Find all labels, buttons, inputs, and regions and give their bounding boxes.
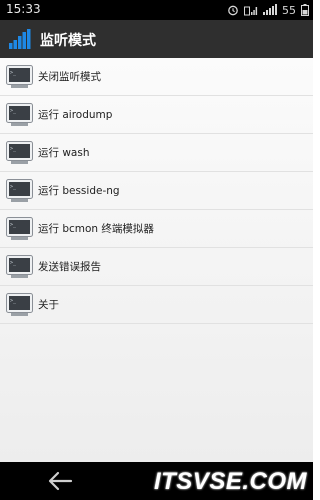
menu-item-label: 发送错误报告 xyxy=(38,261,101,273)
terminal-icon: >_ xyxy=(6,141,33,164)
status-icons: 55 xyxy=(227,2,309,18)
menu-list: >_ 关闭监听模式 >_ 运行 airodump >_ 运行 wash >_ 运… xyxy=(0,58,313,462)
terminal-icon: >_ xyxy=(6,65,33,88)
phone-signal-icon xyxy=(244,6,258,16)
back-arrow-icon[interactable] xyxy=(46,470,74,492)
menu-item-label: 运行 wash xyxy=(38,147,90,159)
menu-item-label: 关闭监听模式 xyxy=(38,71,101,83)
battery-icon xyxy=(301,4,309,16)
status-time: 15:33 xyxy=(6,2,41,16)
menu-item-bcmon-terminal[interactable]: >_ 运行 bcmon 终端模拟器 xyxy=(0,210,313,248)
action-bar: 监听模式 xyxy=(0,20,313,58)
alarm-icon xyxy=(228,5,238,16)
menu-item-stop-monitor[interactable]: >_ 关闭监听模式 xyxy=(0,58,313,96)
watermark-logo: ITSVSE.COM xyxy=(153,468,307,495)
terminal-icon: >_ xyxy=(6,293,33,316)
app-signal-icon[interactable] xyxy=(9,29,31,49)
menu-item-label: 关于 xyxy=(38,299,59,311)
menu-item-label: 运行 airodump xyxy=(38,109,113,121)
terminal-icon: >_ xyxy=(6,255,33,278)
menu-item-send-bug-report[interactable]: >_ 发送错误报告 xyxy=(0,248,313,286)
menu-item-about[interactable]: >_ 关于 xyxy=(0,286,313,324)
menu-item-wash[interactable]: >_ 运行 wash xyxy=(0,134,313,172)
menu-item-besside-ng[interactable]: >_ 运行 besside-ng xyxy=(0,172,313,210)
svg-text:>_: >_ xyxy=(10,260,17,266)
svg-text:>_: >_ xyxy=(10,108,17,114)
app-title: 监听模式 xyxy=(40,33,96,49)
terminal-icon: >_ xyxy=(6,217,33,240)
svg-text:>_: >_ xyxy=(10,70,17,76)
battery-level: 55 xyxy=(282,3,296,17)
menu-item-label: 运行 besside-ng xyxy=(38,185,120,197)
navigation-bar: ITSVSE.COM xyxy=(0,462,313,500)
svg-text:>_: >_ xyxy=(10,146,17,152)
svg-text:>_: >_ xyxy=(10,222,17,228)
menu-item-airodump[interactable]: >_ 运行 airodump xyxy=(0,96,313,134)
svg-text:>_: >_ xyxy=(10,184,17,190)
divider xyxy=(0,323,313,324)
menu-item-label: 运行 bcmon 终端模拟器 xyxy=(38,223,154,235)
terminal-icon: >_ xyxy=(6,103,33,126)
terminal-icon: >_ xyxy=(6,179,33,202)
status-bar: 15:33 55 xyxy=(0,0,313,20)
svg-text:>_: >_ xyxy=(10,298,17,304)
signal-strength-icon xyxy=(263,4,277,15)
